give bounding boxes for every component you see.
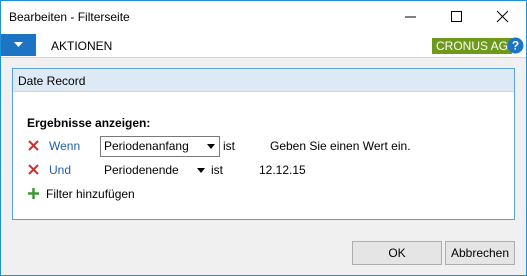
section-label: Ergebnisse anzeigen: [27,116,151,130]
add-icon [28,188,39,199]
panel-title: Date Record [18,74,86,88]
remove-filter-icon[interactable] [28,164,39,175]
remove-filter-icon[interactable] [28,140,39,151]
minimize-button[interactable] [388,1,433,32]
window-title: Bearbeiten - Filterseite [9,10,130,24]
actions-tab[interactable]: AKTIONEN [51,39,112,53]
question-circle-icon: ? [507,37,524,54]
close-button[interactable] [480,1,525,32]
minimize-icon [405,16,416,18]
filter-connector[interactable]: Und [49,163,71,177]
caret-down-icon [14,42,23,47]
filter-field-value: Periodenende [104,163,179,177]
panel-header: Date Record [13,69,514,92]
filter-value-input[interactable]: Geben Sie einen Wert ein. [270,139,411,153]
filter-operator: ist [211,163,223,177]
chevron-down-icon [207,144,215,149]
filter-value-input[interactable]: 12.12.15 [259,163,306,177]
company-badge: CRONUS AG [432,38,513,54]
filter-field-select[interactable]: Periodenanfang [100,136,220,157]
help-button[interactable]: ? [507,37,524,54]
maximize-icon [451,11,462,22]
svg-text:?: ? [512,39,519,53]
close-icon [496,10,509,23]
add-filter-link[interactable]: Filter hinzufügen [46,187,135,201]
menu-dropdown-button[interactable] [1,34,36,56]
ok-button[interactable]: OK [352,241,442,265]
chevron-down-icon [197,168,205,173]
filter-connector[interactable]: Wenn [49,139,80,153]
filter-operator: ist [223,139,235,153]
filter-field-select[interactable]: Periodenende [100,161,218,180]
ribbon-bar: AKTIONEN CRONUS AG ? [1,32,526,58]
filter-field-value: Periodenanfang [104,139,189,153]
title-bar: Bearbeiten - Filterseite [1,1,526,32]
cancel-button[interactable]: Abbrechen [445,241,515,265]
filter-dialog-window: Bearbeiten - Filterseite AKTIONEN CRONUS… [0,0,527,276]
maximize-button[interactable] [434,1,479,32]
filter-panel: Date Record Ergebnisse anzeigen: Wenn Pe… [12,68,515,220]
